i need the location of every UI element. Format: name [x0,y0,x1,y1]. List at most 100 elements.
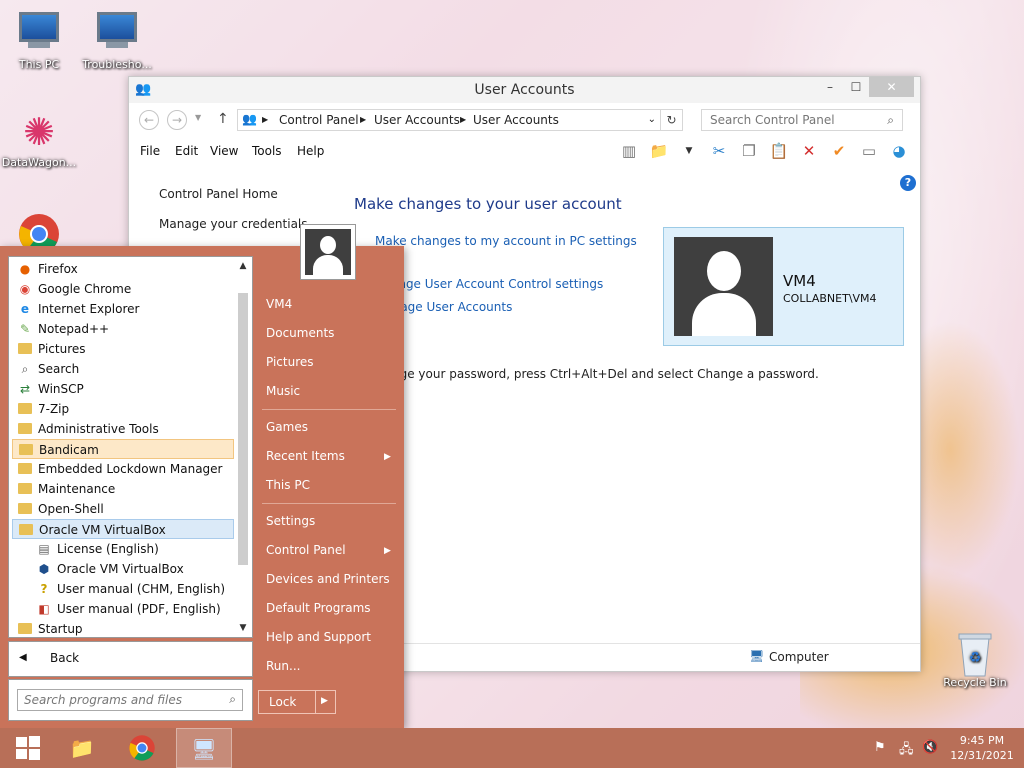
start-documents-link[interactable]: Documents [266,326,334,340]
document-icon: ▤ [38,542,50,556]
list-item[interactable]: Open-Shell [12,499,234,519]
chevron-right-icon[interactable]: ▶ [321,696,328,706]
start-help-support-link[interactable]: Help and Support [266,630,371,644]
folder-icon [17,401,33,417]
control-panel-taskbar-button[interactable]: 🖥 [176,728,232,768]
start-search-input[interactable]: Search programs and files ⌕ [17,689,243,711]
menu-view[interactable]: View [210,144,238,158]
start-pictures-link[interactable]: Pictures [266,355,314,369]
start-control-panel-link[interactable]: Control Panel [266,543,346,557]
start-music-link[interactable]: Music [266,384,300,398]
desktop-icon-label: DataWagon... [1,156,77,169]
desktop-icon-this-pc[interactable]: This PC [0,10,78,71]
troubleshoot-icon [95,12,139,56]
list-item[interactable]: Oracle VM VirtualBox [12,519,234,539]
chevron-down-icon[interactable]: ▼ [676,139,702,163]
clock[interactable]: 9:45 PM 12/31/2021 [950,733,1014,763]
desktop-icon-troubleshoot[interactable]: Trouble­sho... [78,10,156,71]
list-item[interactable]: ⌕ Search [12,359,234,379]
layout-icon[interactable]: ▥ [616,139,642,163]
globe-icon[interactable]: ◕ [886,139,912,163]
list-item[interactable]: Startup [12,619,234,639]
desktop-icon-recycle-bin[interactable]: ♻ Recycle Bin [936,630,1014,689]
chevron-down-icon[interactable]: ▼ [235,623,251,633]
list-item[interactable]: ◉ Google Chrome [12,279,234,299]
back-button[interactable]: ◀ Back [8,641,253,677]
delete-icon[interactable]: ✕ [796,139,822,163]
search-input[interactable]: Search Control Panel ⌕ [701,109,903,131]
checkmark-icon[interactable]: ✔ [826,139,852,163]
uac-settings-link[interactable]: Change User Account Control settings [375,277,603,291]
menu-help[interactable]: Help [297,144,324,158]
control-panel-icon: 🖥 [191,737,217,761]
manage-credentials-link[interactable]: Manage your credentials [159,217,308,231]
list-item[interactable]: 7-Zip [12,399,234,419]
properties-icon[interactable]: ▭ [856,139,882,163]
start-settings-link[interactable]: Settings [266,514,315,528]
chrome-taskbar-button[interactable] [114,728,170,768]
start-run-link[interactable]: Run... [266,659,300,673]
list-item[interactable]: ✎ Notepad++ [12,319,234,339]
list-item[interactable]: ◧ User manual (PDF, English) [12,599,234,619]
up-button[interactable]: ↑ [217,111,229,127]
back-nav-button[interactable]: ← [139,110,159,130]
list-item[interactable]: ▤ License (English) [12,539,234,559]
start-recent-items-link[interactable]: Recent Items [266,449,345,463]
window-titlebar[interactable]: 👥 User Accounts – ☐ ✕ [129,77,920,103]
user-domain: COLLABNET\VM4 [783,292,877,305]
breadcrumb-user-accounts[interactable]: User Accounts [374,113,460,127]
breadcrumb-user-accounts-current[interactable]: User Accounts [473,113,559,127]
list-item[interactable]: Pictures [12,339,234,359]
list-item[interactable]: ⬢ Oracle VM VirtualBox [12,559,234,579]
list-item[interactable]: Bandicam [12,439,234,459]
menu-file[interactable]: File [140,144,160,158]
volume-muted-icon[interactable]: 🔇 [922,740,938,755]
scrollbar-thumb[interactable] [238,293,248,565]
paste-icon[interactable]: 📋 [766,139,792,163]
start-devices-printers-link[interactable]: Devices and Printers [266,572,390,586]
user-card: VM4 COLLABNET\VM4 [663,227,904,346]
user-picture[interactable] [300,224,356,280]
help-icon[interactable]: ? [900,175,916,191]
list-item[interactable]: Embedded Lockdown Manager [12,459,234,479]
recent-locations-icon[interactable]: ▼ [195,113,201,122]
program-list-scrollbar[interactable]: ▲ ▼ [235,259,251,635]
start-games-link[interactable]: Games [266,420,308,434]
minimize-button[interactable]: – [817,77,843,97]
maximize-button[interactable]: ☐ [843,77,869,97]
start-user-link[interactable]: VM4 [266,297,292,311]
file-explorer-taskbar-button[interactable]: 📁 [54,728,110,768]
forward-nav-button[interactable]: → [167,110,187,130]
list-item[interactable]: Administrative Tools [12,419,234,439]
breadcrumb-control-panel[interactable]: Control Panel [279,113,359,127]
list-item[interactable]: ● Firefox [12,259,234,279]
folder-options-icon[interactable]: 📁 [646,139,672,163]
start-default-programs-link[interactable]: Default Programs [266,601,371,615]
cut-icon[interactable]: ✂ [706,139,732,163]
network-icon[interactable]: 🖧 [899,740,914,762]
start-button[interactable] [0,728,56,768]
refresh-button[interactable]: ↻ [661,109,683,131]
close-button[interactable]: ✕ [869,77,914,97]
virtualbox-icon: ⬢ [38,562,50,576]
lock-button[interactable]: Lock ▶ [258,690,336,714]
desktop-icon-datawagon[interactable]: ✺ DataWagon... [0,110,78,169]
folder-icon [17,481,33,497]
copy-icon[interactable]: ❐ [736,139,762,163]
chevron-up-icon[interactable]: ▲ [235,261,251,271]
menu-tools[interactable]: Tools [252,144,282,158]
ie-icon: e [20,302,30,316]
list-item[interactable]: ⇄ WinSCP [12,379,234,399]
address-box[interactable]: 👥 ▶ Control Panel ▶ User Accounts ▶ User… [237,109,661,131]
menu-edit[interactable]: Edit [175,144,198,158]
list-item[interactable]: ? User manual (CHM, English) [12,579,234,599]
folder-icon [17,421,33,437]
back-label: Back [50,651,80,665]
start-this-pc-link[interactable]: This PC [266,478,310,492]
pc-settings-link[interactable]: Make changes to my account in PC setting… [375,234,637,248]
chevron-down-icon[interactable]: ⌄ [648,114,656,125]
list-item[interactable]: Maintenance [12,479,234,499]
control-panel-home-link[interactable]: Control Panel Home [159,187,308,201]
flag-icon[interactable]: ⚑ [874,740,886,755]
list-item[interactable]: e Internet Explorer [12,299,234,319]
